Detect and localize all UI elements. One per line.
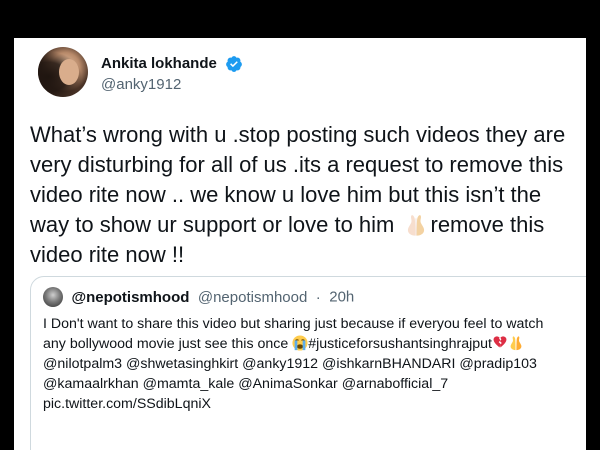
author-display-name[interactable]: Ankita lokhande xyxy=(101,54,217,73)
author-info: Ankita lokhande @anky1912 xyxy=(101,54,243,94)
folded-hands-icon xyxy=(407,215,424,236)
hashtag-justice[interactable]: #justiceforsushantsinghrajput xyxy=(308,336,492,352)
loudly-crying-face-icon xyxy=(292,335,308,351)
quoted-author-avatar[interactable] xyxy=(43,287,63,307)
quoted-tweet-header: @nepotismhood @nepotismhood · 20h xyxy=(43,287,354,307)
tweet-body: What’s wrong with u .stop posting such v… xyxy=(30,120,586,270)
quoted-text-part3: @nilotpalm3 @shwetasinghkirt @anky1912 @… xyxy=(43,356,537,412)
broken-heart-icon xyxy=(493,336,507,348)
author-avatar[interactable] xyxy=(38,47,88,97)
quoted-tweet-body: I Don't want to share this video but sha… xyxy=(43,314,586,414)
quoted-author-handle[interactable]: @nepotismhood xyxy=(198,289,307,306)
screenshot-frame: Ankita lokhande @anky1912 What’s wrong w… xyxy=(0,0,600,450)
avatar-face xyxy=(59,59,79,85)
quoted-author-display-name[interactable]: @nepotismhood xyxy=(71,289,189,306)
quoted-timestamp[interactable]: 20h xyxy=(329,289,354,306)
tweet-card[interactable]: Ankita lokhande @anky1912 What’s wrong w… xyxy=(14,38,586,450)
quoted-tweet-card[interactable]: @nepotismhood @nepotismhood · 20h I Don'… xyxy=(30,276,586,450)
quoted-separator-dot: · xyxy=(315,288,321,306)
verified-badge-icon xyxy=(226,55,243,72)
author-handle[interactable]: @anky1912 xyxy=(101,75,243,94)
folded-hands-icon xyxy=(510,336,522,351)
